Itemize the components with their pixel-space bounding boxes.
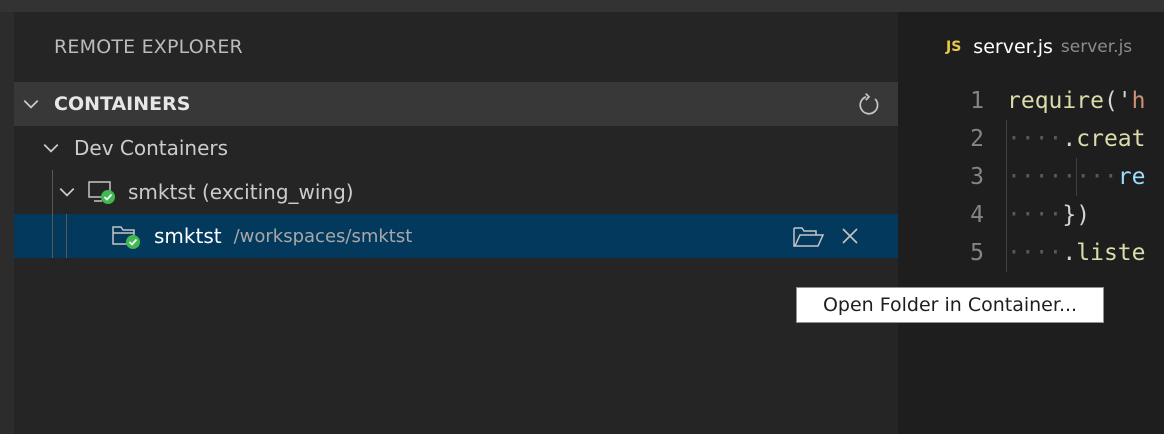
- tree-indent-guide: [66, 214, 67, 258]
- code-text: ····}): [1007, 196, 1090, 234]
- code-token: liste: [1076, 240, 1146, 266]
- code-line[interactable]: 3 ········re: [898, 158, 1164, 196]
- indent-guide: [1076, 158, 1077, 196]
- line-number: 3: [970, 164, 984, 190]
- code-text: ····.creat: [1007, 120, 1146, 158]
- window-top-bar: [0, 0, 1164, 12]
- code-token: h: [1131, 88, 1146, 114]
- tree-item-label: smktst (exciting_wing): [128, 180, 354, 204]
- code-token: require: [1007, 88, 1104, 114]
- line-number: 5: [970, 240, 984, 266]
- chevron-down-icon[interactable]: [58, 183, 76, 201]
- editor-pane: JS server.js server.js 1 require('h 2 ····.…: [898, 12, 1164, 434]
- code-token: }): [1062, 202, 1091, 228]
- sidebar-title: REMOTE EXPLORER: [54, 36, 243, 58]
- indent-guide: [1006, 120, 1007, 272]
- tree-item-label: Dev Containers: [74, 136, 229, 160]
- status-running-icon: [101, 190, 115, 204]
- tree-item-dev-containers[interactable]: Dev Containers: [14, 126, 898, 170]
- tooltip: Open Folder in Container...: [796, 287, 1104, 323]
- tab-description: server.js: [1060, 37, 1133, 57]
- section-title: CONTAINERS: [54, 93, 191, 115]
- tree-indent-guide: [52, 170, 53, 258]
- tree-item-container[interactable]: smktst (exciting_wing): [14, 170, 898, 214]
- whitespace-marker: ········: [1007, 164, 1118, 190]
- code-token: creat: [1076, 126, 1146, 152]
- code-area[interactable]: 1 require('h 2 ····.creat 3 ········re 4 ····})…: [898, 82, 1164, 272]
- code-line[interactable]: 1 require('h: [898, 82, 1164, 120]
- code-token: (': [1103, 88, 1132, 114]
- line-number: 1: [970, 88, 984, 114]
- javascript-file-icon: JS: [946, 39, 962, 55]
- code-line[interactable]: 5 ····.liste: [898, 234, 1164, 272]
- whitespace-marker: ····: [1007, 202, 1063, 228]
- refresh-icon[interactable]: [856, 92, 882, 118]
- code-text: ····.liste: [1007, 234, 1146, 272]
- remote-explorer-sidebar: REMOTE EXPLORER CONTAINERS Dev Container…: [14, 12, 898, 434]
- code-token: re: [1117, 164, 1146, 190]
- editor-tab[interactable]: JS server.js server.js: [898, 12, 1164, 82]
- folder-path: /workspaces/smktst: [233, 225, 413, 247]
- code-text: require('h: [1007, 82, 1146, 120]
- whitespace-marker: ····: [1007, 126, 1063, 152]
- containers-section-header[interactable]: CONTAINERS: [14, 82, 898, 126]
- tree-item-folder[interactable]: smktst /workspaces/smktst: [14, 214, 898, 258]
- chevron-down-icon[interactable]: [42, 139, 60, 157]
- tab-filename: server.js: [973, 36, 1053, 58]
- status-running-icon: [126, 235, 140, 249]
- remote-container-icon: [88, 181, 115, 204]
- whitespace-marker: ····: [1007, 240, 1063, 266]
- chevron-down-icon[interactable]: [22, 95, 40, 113]
- line-number: 2: [970, 126, 984, 152]
- folder-opened-icon[interactable]: [792, 224, 826, 250]
- line-number: 4: [970, 202, 984, 228]
- folder-name: smktst: [154, 224, 222, 248]
- code-token: .: [1062, 240, 1077, 266]
- code-line[interactable]: 2 ····.creat: [898, 120, 1164, 158]
- folder-icon: [112, 226, 140, 249]
- code-token: .: [1062, 126, 1077, 152]
- code-line[interactable]: 4 ····}): [898, 196, 1164, 234]
- activity-bar: [0, 12, 14, 434]
- close-icon[interactable]: [840, 226, 860, 246]
